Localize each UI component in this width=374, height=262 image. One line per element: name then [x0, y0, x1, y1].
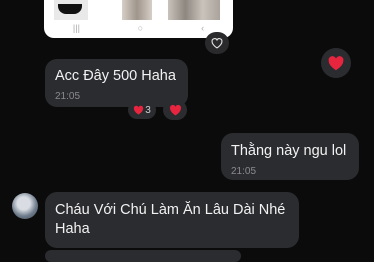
heart-icon — [169, 104, 181, 116]
heart-outline-icon — [211, 38, 223, 49]
thumbnail-image — [54, 0, 88, 20]
heart-reaction-float[interactable] — [321, 48, 351, 78]
message-bubble-outgoing[interactable]: Thằng này ngu lol 21:05 — [221, 133, 359, 180]
message-bubble-incoming[interactable]: Acc Đây 500 Haha 21:05 — [45, 59, 188, 107]
message-time: 21:05 — [55, 91, 81, 102]
message-text: Thằng này ngu lol — [231, 143, 347, 159]
react-heart-button[interactable] — [205, 32, 229, 54]
shared-image-card[interactable]: ||| ○ ‹ — [44, 0, 233, 38]
message-bubble-incoming[interactable]: Cháu Với Chú Làm Ăn Lâu Dài Nhé Haha — [45, 192, 299, 248]
thumbnail-image — [122, 0, 152, 20]
message-text-line: Haha — [55, 221, 90, 237]
reaction-badge[interactable]: 3 — [128, 101, 156, 119]
thumbnail-image — [168, 0, 220, 20]
phone-nav-bar: ||| ○ ‹ — [44, 22, 233, 34]
message-time: 21:05 — [231, 166, 257, 177]
reaction-count: 3 — [145, 104, 151, 116]
menu-icon: ||| — [72, 23, 80, 33]
message-text-line: Cháu Với Chú Làm Ăn Lâu Dài Nhé — [55, 202, 286, 218]
heart-icon — [134, 105, 144, 115]
avatar[interactable] — [12, 193, 38, 219]
back-icon: ‹ — [201, 23, 205, 33]
home-icon: ○ — [137, 23, 144, 33]
message-text: Acc Đây 500 Haha — [55, 68, 176, 84]
heart-icon — [328, 56, 344, 71]
message-bubble-incoming[interactable] — [45, 250, 241, 262]
react-heart-button[interactable] — [163, 100, 187, 120]
